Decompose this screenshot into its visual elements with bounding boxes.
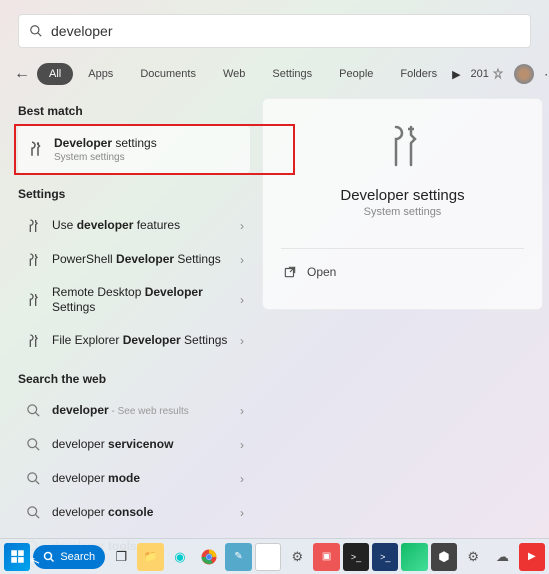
best-match-developer-settings[interactable]: Developer settings System settings xyxy=(18,126,250,173)
more-options-icon[interactable]: ⋯ xyxy=(544,66,549,83)
tab-settings[interactable]: Settings xyxy=(260,63,324,85)
preview-action-open[interactable]: Open xyxy=(281,259,524,285)
search-bar[interactable] xyxy=(18,14,531,48)
search-icon xyxy=(24,504,42,522)
taskbar-app-icon[interactable] xyxy=(401,543,427,571)
web-item-developer-servicenow[interactable]: developer servicenow › xyxy=(18,428,250,462)
tab-web[interactable]: Web xyxy=(211,63,257,85)
preview-title: Developer settings xyxy=(281,187,524,204)
chevron-right-icon: › xyxy=(240,506,244,520)
more-scroll-icon[interactable]: ▶ xyxy=(452,68,460,81)
taskbar-app-icon[interactable]: ⚙ xyxy=(460,543,486,571)
chevron-right-icon: › xyxy=(240,293,244,307)
taskbar-task-view-icon[interactable]: ❐ xyxy=(108,543,134,571)
taskbar-powershell-icon[interactable]: >_ xyxy=(372,543,398,571)
back-button[interactable]: ← xyxy=(14,62,30,86)
preview-card: Developer settings System settings Open xyxy=(262,98,543,310)
taskbar-notepad-icon[interactable]: ✎ xyxy=(225,543,251,571)
divider xyxy=(281,248,524,249)
web-item-developer-mode[interactable]: developer mode › xyxy=(18,462,250,496)
preview-subtitle: System settings xyxy=(281,206,524,218)
taskbar-search-button[interactable]: Search xyxy=(33,545,105,569)
filter-tabs-row: ← All Apps Documents Web Settings People… xyxy=(0,58,549,90)
tab-people[interactable]: People xyxy=(327,63,385,85)
web-item-developer[interactable]: developer - See web results › xyxy=(18,394,250,428)
chevron-right-icon: › xyxy=(240,438,244,452)
search-icon xyxy=(24,470,42,488)
tab-apps[interactable]: Apps xyxy=(76,63,125,85)
taskbar-app-icon[interactable]: ▣ xyxy=(313,543,339,571)
search-icon xyxy=(24,402,42,420)
taskbar-app-icon[interactable]: ⬢ xyxy=(431,543,457,571)
chevron-right-icon: › xyxy=(240,404,244,418)
start-button[interactable] xyxy=(4,543,30,571)
tab-all[interactable]: All xyxy=(37,63,73,85)
taskbar: Search ❐ 📁 ◉ ✎ ⚙ ▣ >_ >_ ⬢ ⚙ ☁ ▶ ↖ xyxy=(0,538,549,574)
chevron-right-icon: › xyxy=(240,253,244,267)
taskbar-app-icon[interactable]: ☁ xyxy=(489,543,515,571)
section-header-settings: Settings xyxy=(18,173,250,209)
taskbar-chrome-icon[interactable] xyxy=(196,543,222,571)
settings-item-powershell-developer[interactable]: PowerShell Developer Settings › xyxy=(18,243,250,277)
taskbar-terminal-icon[interactable]: >_ xyxy=(343,543,369,571)
developer-settings-icon xyxy=(26,140,44,158)
settings-tools-icon xyxy=(24,217,42,235)
settings-item-use-developer-features[interactable]: Use developer features › xyxy=(18,209,250,243)
preview-large-icon xyxy=(281,123,524,169)
taskbar-app-icon[interactable] xyxy=(255,543,281,571)
settings-item-remote-desktop-developer[interactable]: Remote Desktop Developer Settings › xyxy=(18,277,250,324)
settings-tools-icon xyxy=(24,332,42,350)
search-icon xyxy=(24,436,42,454)
tab-documents[interactable]: Documents xyxy=(128,63,208,85)
section-header-search-web: Search the web xyxy=(18,358,250,394)
settings-tools-icon xyxy=(24,251,42,269)
tab-folders[interactable]: Folders xyxy=(388,63,449,85)
web-item-developer-console[interactable]: developer console › xyxy=(18,496,250,530)
search-input[interactable] xyxy=(51,23,520,39)
chevron-right-icon: › xyxy=(240,472,244,486)
avatar[interactable] xyxy=(514,64,534,84)
search-icon xyxy=(29,24,43,38)
settings-tools-icon xyxy=(24,291,42,309)
taskbar-app-icon[interactable]: ▶ xyxy=(519,543,545,571)
taskbar-app-icon[interactable]: ◉ xyxy=(167,543,193,571)
rewards-points[interactable]: 201 xyxy=(471,68,504,80)
taskbar-settings-icon[interactable]: ⚙ xyxy=(284,543,310,571)
chevron-right-icon: › xyxy=(240,219,244,233)
taskbar-explorer-icon[interactable]: 📁 xyxy=(137,543,163,571)
settings-item-file-explorer-developer[interactable]: File Explorer Developer Settings › xyxy=(18,324,250,358)
section-header-best-match: Best match xyxy=(18,90,250,126)
chevron-right-icon: › xyxy=(240,334,244,348)
